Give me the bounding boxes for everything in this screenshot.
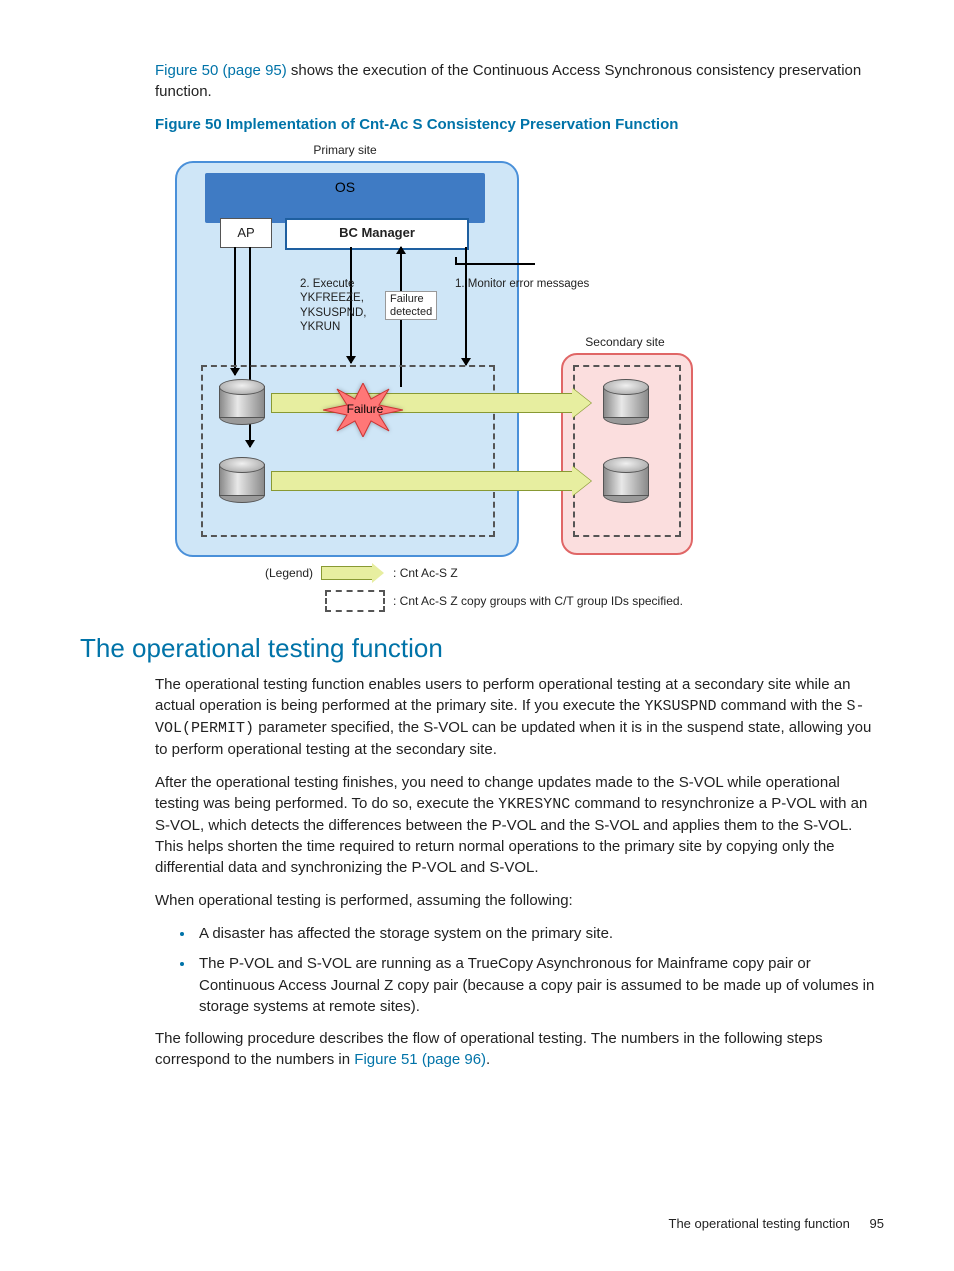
ap-box: AP xyxy=(220,218,272,248)
copy-arrow-2 xyxy=(271,471,573,491)
failure-detected-label: Failure detected xyxy=(385,291,437,320)
arrow-ap-to-vol1 xyxy=(234,247,236,375)
step1-label: 1. Monitor error messages xyxy=(455,277,589,291)
copy-arrow-1 xyxy=(271,393,573,413)
primary-site-label: Primary site xyxy=(175,143,515,157)
assumptions-list: A disaster has affected the storage syst… xyxy=(80,923,884,1018)
p1-b: command with the xyxy=(716,697,846,714)
p2-code1: YKRESYNC xyxy=(498,796,570,813)
paragraph-2: After the operational testing finishes, … xyxy=(80,772,884,878)
monitor-line-h xyxy=(455,263,535,265)
page-number: 95 xyxy=(870,1216,884,1231)
figure-50-caption: Figure 50 Implementation of Cnt-Ac S Con… xyxy=(80,116,884,133)
figure-50-diagram: Primary site OS AP BC Manager 2. Execute… xyxy=(80,143,884,615)
section-heading: The operational testing function xyxy=(80,633,884,664)
paragraph-1: The operational testing function enables… xyxy=(80,674,884,760)
legend-title: (Legend) xyxy=(265,566,313,580)
paragraph-3: When operational testing is performed, a… xyxy=(80,890,884,911)
document-page: Figure 50 (page 95) shows the execution … xyxy=(0,0,954,1271)
paragraph-4: The following procedure describes the fl… xyxy=(80,1028,884,1070)
legend-item-2: : Cnt Ac-S Z copy groups with C/T group … xyxy=(393,594,683,608)
legend: (Legend) : Cnt Ac-S Z : Cnt Ac-S Z copy … xyxy=(175,559,884,615)
page-footer: The operational testing function 95 xyxy=(669,1216,885,1231)
secondary-site-label: Secondary site xyxy=(545,335,705,349)
legend-dashed-icon xyxy=(325,590,385,612)
list-item: A disaster has affected the storage syst… xyxy=(195,923,884,945)
list-item: The P-VOL and S-VOL are running as a Tru… xyxy=(195,953,884,1018)
footer-title: The operational testing function xyxy=(669,1216,850,1231)
legend-arrow-icon xyxy=(321,566,373,580)
p4-b: . xyxy=(486,1051,490,1068)
p1-code1: YKSUSPND xyxy=(644,698,716,715)
s-vol-2 xyxy=(603,457,647,499)
figure-50-xref[interactable]: Figure 50 (page 95) xyxy=(155,62,287,79)
s-vol-1 xyxy=(603,379,647,421)
p-vol-1 xyxy=(219,379,263,421)
monitor-line-down xyxy=(465,247,467,365)
failure-label: Failure xyxy=(325,402,405,416)
p1-c: parameter specified, the S-VOL can be up… xyxy=(155,719,871,758)
figure-51-xref[interactable]: Figure 51 (page 96) xyxy=(354,1051,486,1068)
os-label: OS xyxy=(205,179,485,195)
intro-paragraph: Figure 50 (page 95) shows the execution … xyxy=(80,60,884,102)
step2-label: 2. Execute YKFREEZE, YKSUSPND, YKRUN xyxy=(300,277,366,335)
bc-manager-box: BC Manager xyxy=(285,218,469,250)
p-vol-2 xyxy=(219,457,263,499)
legend-item-1: : Cnt Ac-S Z xyxy=(393,566,458,580)
